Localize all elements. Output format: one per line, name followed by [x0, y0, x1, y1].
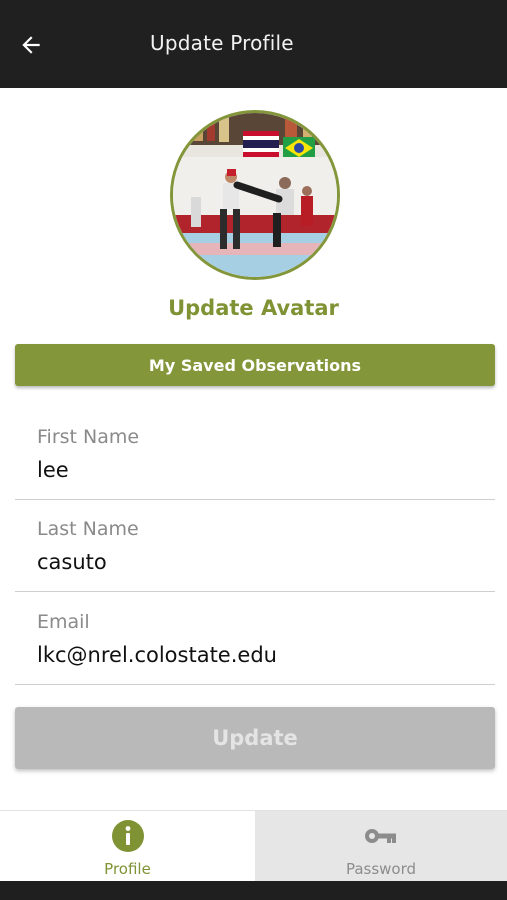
update-avatar-link[interactable]: Update Avatar [0, 296, 507, 320]
tab-password-label: Password [345, 860, 417, 878]
bottom-tab-bar: Profile Password [0, 810, 507, 882]
arrow-left-icon [22, 36, 40, 54]
email-label: Email [37, 611, 90, 633]
avatar[interactable] [170, 110, 340, 280]
last-name-field: Last Name [15, 510, 495, 592]
last-name-input[interactable] [37, 550, 477, 574]
saved-observations-button[interactable]: My Saved Observations [15, 344, 495, 386]
profile-photo [173, 113, 337, 277]
page-title: Update Profile [150, 31, 294, 55]
first-name-label: First Name [37, 426, 140, 448]
back-button[interactable] [14, 28, 48, 62]
update-button[interactable]: Update [15, 707, 495, 769]
profile-content: Update Avatar My Saved Observations Firs… [0, 88, 507, 810]
system-nav-bar [0, 881, 507, 900]
first-name-input[interactable] [37, 458, 477, 482]
email-input[interactable] [37, 643, 477, 667]
last-name-label: Last Name [37, 518, 139, 540]
tab-password[interactable]: Password [255, 811, 507, 882]
tab-profile-label: Profile [104, 860, 151, 878]
app-bar: Update Profile [0, 0, 507, 88]
email-field: Email [15, 603, 495, 685]
first-name-field: First Name [15, 418, 495, 500]
key-icon [365, 829, 396, 843]
info-circle-icon [111, 820, 144, 852]
tab-profile[interactable]: Profile [0, 811, 255, 882]
